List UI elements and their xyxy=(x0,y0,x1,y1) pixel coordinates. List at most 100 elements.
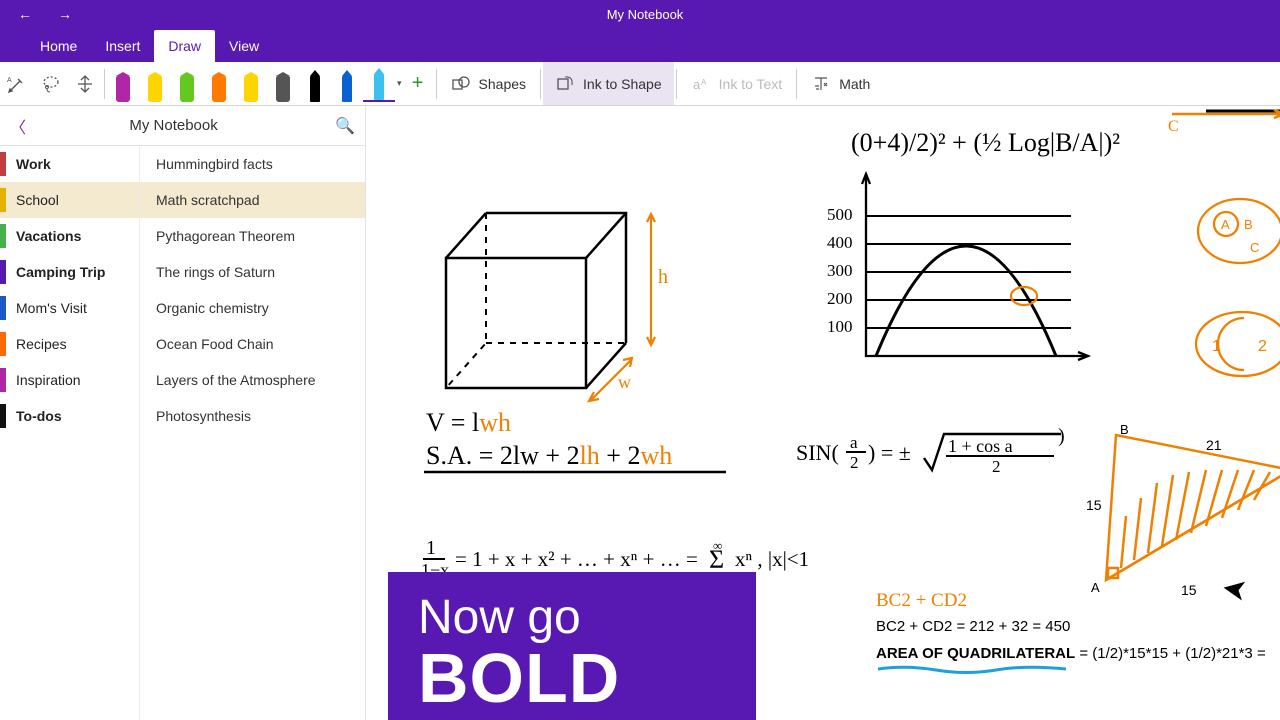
section-label: Mom's Visit xyxy=(16,300,87,316)
insert-space-icon[interactable] xyxy=(68,67,102,101)
math-button[interactable]: Math xyxy=(799,62,882,105)
svg-text:300: 300 xyxy=(827,261,853,280)
sidebar-search-icon[interactable]: 🔍 xyxy=(335,116,355,136)
svg-text:V = lwh: V = lwh xyxy=(426,408,511,437)
pen-4[interactable] xyxy=(235,66,267,102)
section-label: School xyxy=(16,192,59,208)
svg-text:A: A xyxy=(1221,217,1230,232)
shapes-icon xyxy=(451,74,471,94)
section-item[interactable]: Inspiration xyxy=(0,362,139,398)
svg-text:C: C xyxy=(1168,118,1179,135)
trig-ink: SIN( a 2 ) = ± 1 + cos a 2 ) xyxy=(796,422,1086,482)
svg-text:200: 200 xyxy=(827,289,853,308)
tab-draw[interactable]: Draw xyxy=(154,30,215,62)
shapes-label: Shapes xyxy=(479,76,526,92)
page-item[interactable]: Ocean Food Chain xyxy=(140,326,365,362)
triangle-sketch: B A 15 21 15 xyxy=(1086,420,1280,600)
text-tool-icon[interactable]: A xyxy=(0,67,34,101)
svg-text:400: 400 xyxy=(827,233,853,252)
svg-text:2: 2 xyxy=(1258,338,1267,355)
tab-insert[interactable]: Insert xyxy=(91,30,154,62)
svg-text:a: a xyxy=(693,77,701,92)
svg-text:) = ±: ) = ± xyxy=(868,440,911,465)
svg-text:S.A. = 2lw + 2lh + 2wh: S.A. = 2lw + 2lh + 2wh xyxy=(426,441,672,470)
section-item[interactable]: Camping Trip xyxy=(0,254,139,290)
svg-text:B: B xyxy=(1244,217,1253,232)
ribbon-tabs: Home Insert Draw View xyxy=(0,28,1280,62)
svg-text:21: 21 xyxy=(1206,437,1222,453)
notebook-sidebar: 〈 My Notebook 🔍 Work School Vacations Campi… xyxy=(0,106,366,720)
page-item[interactable]: Layers of the Atmosphere xyxy=(140,362,365,398)
forward-arrow[interactable]: → xyxy=(58,6,72,22)
sidebar-title: My Notebook xyxy=(34,117,327,134)
section-item[interactable]: Mom's Visit xyxy=(0,290,139,326)
page-item[interactable]: Hummingbird facts xyxy=(140,146,365,182)
pen-gallery: ▾ xyxy=(107,66,402,102)
lasso-tool-icon[interactable] xyxy=(34,67,68,101)
back-arrow[interactable]: ← xyxy=(18,6,32,22)
svg-text:100: 100 xyxy=(827,317,853,336)
svg-text:): ) xyxy=(1058,425,1065,447)
math-label: Math xyxy=(839,76,870,92)
svg-text:2: 2 xyxy=(850,453,859,472)
pen-2[interactable] xyxy=(171,66,203,102)
page-item[interactable]: Pythagorean Theorem xyxy=(140,218,365,254)
pen-8[interactable] xyxy=(363,66,395,102)
svg-text:SIN(: SIN( xyxy=(796,440,839,465)
section-item[interactable]: School xyxy=(0,182,139,218)
pen-6[interactable] xyxy=(299,66,331,102)
parabola-graph: 500400300200100 xyxy=(821,166,1101,386)
svg-text:xⁿ , |x|<1: xⁿ , |x|<1 xyxy=(735,547,809,571)
svg-text:15: 15 xyxy=(1086,497,1102,513)
page-item[interactable]: The rings of Saturn xyxy=(140,254,365,290)
ink-to-shape-icon xyxy=(555,74,575,94)
ink-to-shape-button[interactable]: Ink to Shape xyxy=(543,62,674,105)
pen-5[interactable] xyxy=(267,66,299,102)
svg-text:1: 1 xyxy=(426,537,436,559)
ink-to-text-button: aA Ink to Text xyxy=(679,62,795,105)
shapes-button[interactable]: Shapes xyxy=(439,62,538,105)
section-item[interactable]: To-dos xyxy=(0,398,139,434)
cube-sketch: h w xyxy=(426,188,726,418)
page-canvas[interactable]: (0+4)/2)² + (½ Log|B/A|)² h w xyxy=(366,106,1280,720)
add-pen-button[interactable]: + xyxy=(402,72,434,95)
section-label: To-dos xyxy=(16,408,62,424)
tab-view[interactable]: View xyxy=(215,30,273,62)
ink-to-text-label: Ink to Text xyxy=(719,76,783,92)
volume-surface-ink: V = lwh S.A. = 2lw + 2lh + 2wh xyxy=(421,406,771,496)
svg-text:A: A xyxy=(701,78,707,87)
tab-home[interactable]: Home xyxy=(26,30,91,62)
svg-text:B: B xyxy=(1120,422,1129,437)
pen-3[interactable] xyxy=(203,66,235,102)
title-bar: ← → My Notebook xyxy=(0,0,1280,28)
page-item[interactable]: Photosynthesis xyxy=(140,398,365,434)
draw-toolbar: A ▾ + Shapes Ink to Shape aA Ink to Text… xyxy=(0,62,1280,106)
svg-text:h: h xyxy=(658,266,668,288)
section-item[interactable]: Recipes xyxy=(0,326,139,362)
pen-0[interactable] xyxy=(107,66,139,102)
svg-text:a: a xyxy=(850,433,858,452)
page-item[interactable]: Organic chemistry xyxy=(140,290,365,326)
math-icon xyxy=(811,74,831,94)
ink-to-shape-label: Ink to Shape xyxy=(583,76,662,92)
svg-text:1: 1 xyxy=(1212,338,1221,355)
section-label: Work xyxy=(16,156,51,172)
overlay-line2: BOLD xyxy=(418,645,726,712)
svg-text:w: w xyxy=(618,372,631,392)
orange-diagrams: C A B C 1 2 xyxy=(1162,106,1280,406)
section-label: Camping Trip xyxy=(16,264,105,280)
section-label: Vacations xyxy=(16,228,81,244)
section-item[interactable]: Vacations xyxy=(0,218,139,254)
section-item[interactable]: Work xyxy=(0,146,139,182)
overlay-line1: Now go xyxy=(418,590,726,645)
pen-7[interactable] xyxy=(331,66,363,102)
svg-text:A: A xyxy=(7,77,12,84)
promo-overlay: Now go BOLD xyxy=(388,572,756,720)
svg-text:= 1 + x + x² + … + xⁿ + … =: = 1 + x + x² + … + xⁿ + … = xyxy=(455,547,698,571)
bottom-math-block: BC2 + CD2 BC2 + CD2 = 212 + 32 = 450 ARE… xyxy=(876,590,1266,679)
svg-text:(0+4)/2)² + (½ Log|B/A|)²: (0+4)/2)² + (½ Log|B/A|)² xyxy=(851,128,1120,157)
pen-1[interactable] xyxy=(139,66,171,102)
sidebar-back-icon[interactable]: 〈 xyxy=(10,114,26,138)
svg-text:C: C xyxy=(1250,240,1259,255)
page-item[interactable]: Math scratchpad xyxy=(140,182,365,218)
